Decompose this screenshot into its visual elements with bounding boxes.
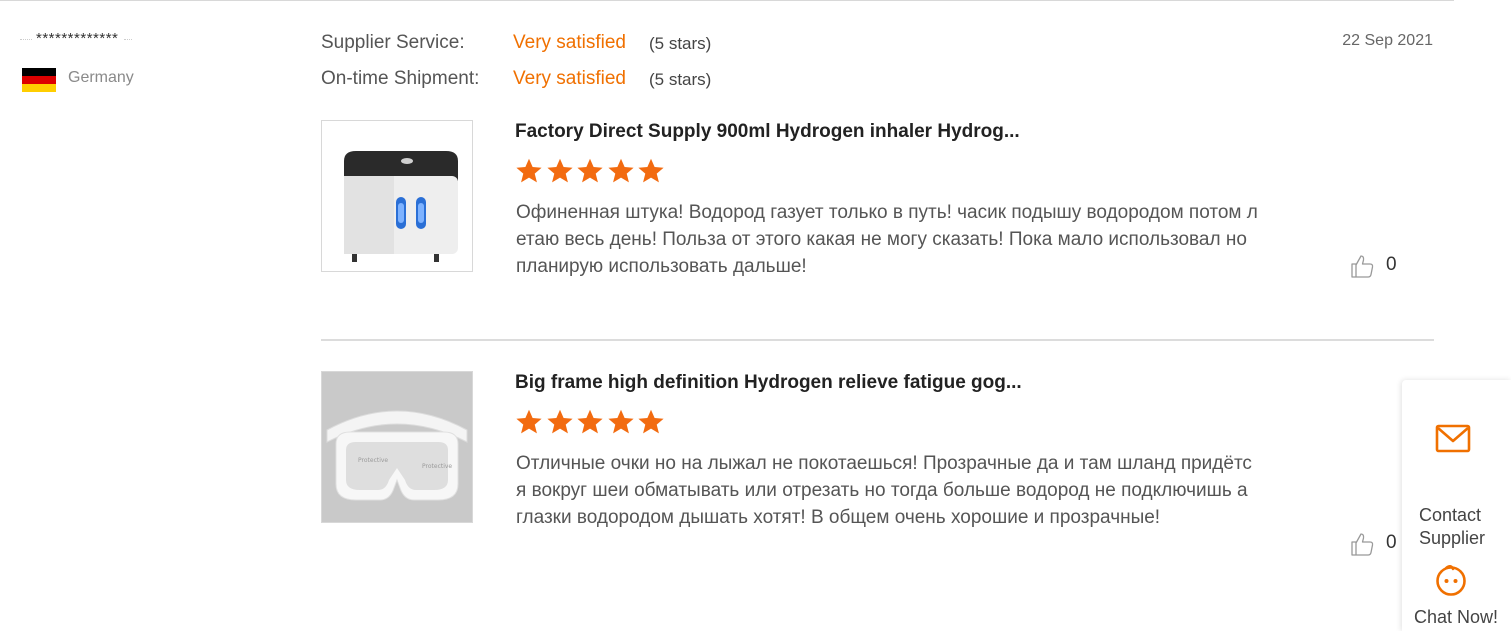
star-icon [607, 158, 634, 183]
hydrogen-inhaler-image[interactable] [321, 120, 473, 272]
review-text: Отличные очки но на лыжал не покотаешься… [516, 453, 1252, 528]
star-icon [607, 409, 634, 434]
rating-label: On-time Shipment: [321, 68, 480, 89]
contact-supplier-label: Contact Supplier [1419, 505, 1486, 548]
star-icon [577, 409, 603, 434]
star-icon [546, 409, 573, 434]
chat-now-button[interactable]: Chat Now! [1402, 563, 1511, 631]
germany-flag-icon [22, 68, 56, 92]
product-title-link[interactable]: Big frame high definition Hydrogen relie… [515, 372, 1022, 394]
like-button[interactable]: 0 [1349, 531, 1397, 557]
top-divider [0, 0, 1454, 1]
review-date: 22 Sep 2021 [1342, 32, 1433, 49]
star-icon [638, 158, 664, 183]
star-icon [516, 158, 542, 183]
svg-text:Protective: Protective [358, 457, 388, 464]
thumbs-up-icon[interactable] [1349, 253, 1375, 279]
like-count: 0 [1386, 254, 1397, 275]
chat-now-label: Chat Now! [1414, 607, 1499, 627]
review-stars [514, 157, 667, 185]
review-divider [321, 339, 1434, 341]
review-text: Офиненная штука! Водород газует только в… [516, 202, 1258, 277]
reviewer-name: ************* [20, 30, 133, 47]
reviewer-name-text: ************* [36, 30, 119, 47]
star-icon [546, 158, 573, 183]
floating-contact-panel: Contact Supplier Chat Now! [1402, 380, 1511, 631]
chat-face-icon [1436, 565, 1466, 596]
rating-stars-text: (5 stars) [649, 70, 712, 89]
rating-value: Very satisfied [513, 68, 626, 89]
like-count: 0 [1386, 532, 1397, 553]
rating-stars-text: (5 stars) [649, 34, 712, 53]
rating-value: Very satisfied [513, 32, 626, 53]
star-icon [516, 409, 542, 434]
review-stars [514, 408, 667, 436]
product-title-link[interactable]: Factory Direct Supply 900ml Hydrogen inh… [515, 121, 1020, 143]
thumbs-up-icon[interactable] [1349, 531, 1375, 557]
reviewer-country: Germany [68, 69, 134, 86]
goggles-image[interactable]: Protective Protective [321, 371, 473, 523]
envelope-icon [1435, 424, 1471, 453]
like-button[interactable]: 0 [1349, 253, 1397, 279]
contact-supplier-button[interactable]: Contact Supplier [1402, 420, 1511, 548]
star-icon [638, 409, 664, 434]
rating-label: Supplier Service: [321, 32, 465, 53]
star-icon [577, 158, 603, 183]
svg-text:Protective: Protective [422, 463, 452, 470]
